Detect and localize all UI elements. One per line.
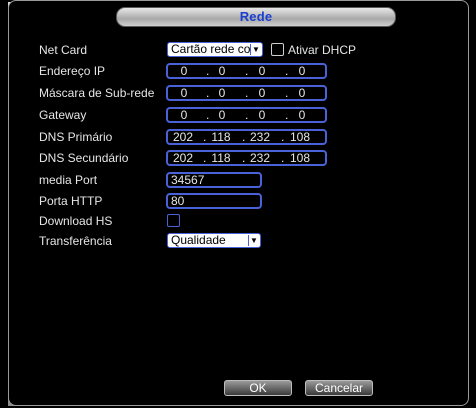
ip-separator: .: [242, 151, 246, 165]
ip-separator: .: [281, 151, 285, 165]
download-hs-checkbox[interactable]: [167, 214, 180, 227]
dns2-octet-1[interactable]: 202: [170, 152, 196, 164]
gateway-octet-1[interactable]: 0: [172, 109, 196, 121]
title-bar: Rede: [116, 7, 396, 27]
dns2-octet-4[interactable]: 108: [287, 152, 313, 164]
window-title: Rede: [239, 9, 273, 24]
ip-separator: .: [245, 86, 249, 100]
mask-octet-2[interactable]: 0: [210, 87, 234, 99]
transfer-value: Qualidade: [171, 233, 226, 247]
http-port-input[interactable]: 80: [166, 193, 262, 209]
ip-separator: .: [206, 108, 210, 122]
net-card-value: Cartão rede co: [171, 42, 251, 56]
ip-octet-2[interactable]: 0: [210, 65, 234, 77]
transfer-label: Transferência: [39, 234, 112, 248]
dns1-octet-1[interactable]: 202: [170, 131, 196, 143]
gateway-octet-4[interactable]: 0: [290, 109, 314, 121]
ip-separator: .: [242, 130, 246, 144]
dns1-octet-3[interactable]: 232: [247, 131, 273, 143]
ip-separator: .: [281, 130, 285, 144]
ip-separator: .: [285, 108, 289, 122]
dns2-octet-2[interactable]: 118: [208, 152, 234, 164]
ip-label: Endereço IP: [39, 64, 106, 78]
transfer-select[interactable]: Qualidade ▼: [167, 233, 261, 248]
dhcp-label: Ativar DHCP: [288, 43, 357, 57]
dhcp-checkbox[interactable]: [271, 43, 284, 56]
media-port-label: media Port: [39, 173, 98, 187]
ip-separator: .: [206, 86, 210, 100]
ip-separator: .: [245, 108, 249, 122]
ip-separator: .: [203, 130, 207, 144]
ip-separator: .: [203, 151, 207, 165]
chevron-down-icon[interactable]: ▼: [248, 235, 259, 246]
ip-octet-1[interactable]: 0: [172, 65, 196, 77]
gateway-label: Gateway: [39, 108, 87, 122]
subnet-mask-field[interactable]: 0 . 0 . 0 . 0: [166, 85, 327, 101]
ip-separator: .: [206, 64, 210, 78]
gateway-field[interactable]: 0 . 0 . 0 . 0: [166, 107, 327, 123]
dns-primary-field[interactable]: 202 . 118 . 232 . 108: [166, 129, 327, 145]
chevron-down-icon[interactable]: ▼: [250, 44, 261, 55]
mask-octet-1[interactable]: 0: [172, 87, 196, 99]
net-card-select[interactable]: Cartão rede co ▼: [167, 42, 263, 57]
dns1-octet-2[interactable]: 118: [208, 131, 234, 143]
dns2-octet-3[interactable]: 232: [247, 152, 273, 164]
ip-separator: .: [245, 64, 249, 78]
http-port-label: Porta HTTP: [39, 194, 103, 208]
dns1-octet-4[interactable]: 108: [287, 131, 313, 143]
mask-label: Máscara de Sub-rede: [39, 86, 155, 100]
dns-primary-label: DNS Primário: [39, 130, 113, 144]
ip-octet-3[interactable]: 0: [250, 65, 274, 77]
ip-separator: .: [285, 64, 289, 78]
gateway-octet-2[interactable]: 0: [210, 109, 234, 121]
ip-separator: .: [285, 86, 289, 100]
cancel-button[interactable]: Cancelar: [305, 380, 373, 396]
media-port-input[interactable]: 34567: [166, 172, 262, 188]
ok-button[interactable]: OK: [224, 380, 292, 396]
ip-address-field[interactable]: 0 . 0 . 0 . 0: [166, 63, 327, 79]
mask-octet-4[interactable]: 0: [290, 87, 314, 99]
mask-octet-3[interactable]: 0: [250, 87, 274, 99]
ip-octet-4[interactable]: 0: [290, 65, 314, 77]
dns-secondary-label: DNS Secundário: [39, 151, 129, 165]
download-hs-label: Download HS: [39, 214, 113, 228]
net-card-label: Net Card: [39, 43, 88, 57]
dns-secondary-field[interactable]: 202 . 118 . 232 . 108: [166, 150, 327, 166]
gateway-octet-3[interactable]: 0: [250, 109, 274, 121]
